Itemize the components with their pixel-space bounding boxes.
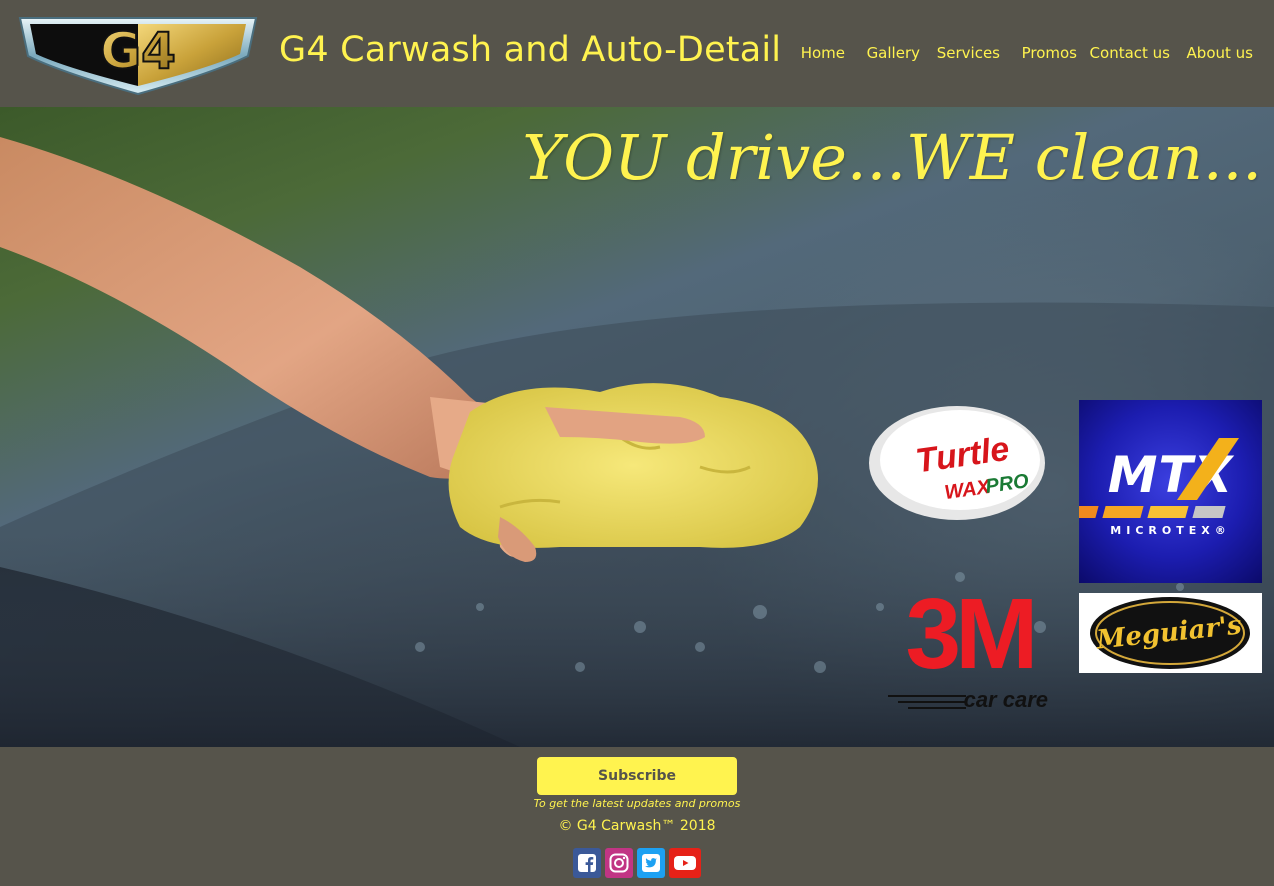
car-care-text: car care: [963, 687, 1048, 712]
nav-promos[interactable]: Promos: [1022, 44, 1077, 62]
mtx-stripes-icon: [1079, 438, 1239, 518]
meguiars-icon: Meguiar's: [1090, 597, 1250, 669]
nav-contact-us[interactable]: Contact us: [1090, 44, 1170, 62]
site-footer: Subscribe To get the latest updates and …: [0, 747, 1274, 886]
site-header: G4 G4 Carwash and Auto-Detail Home Galle…: [0, 0, 1274, 107]
facebook-icon: [578, 854, 596, 872]
instagram-icon: [609, 853, 629, 873]
facebook-link[interactable]: [573, 848, 601, 878]
hero-tagline: YOU drive...WE clean...: [522, 121, 1262, 194]
instagram-link[interactable]: [605, 848, 633, 878]
subscribe-note: To get the latest updates and promos: [533, 797, 741, 810]
mtx-subtitle: MICROTEX®: [1110, 524, 1231, 537]
copyright-text: © G4 Carwash™ 2018: [558, 818, 716, 834]
g4-logo[interactable]: G4: [16, 12, 260, 96]
hero-banner: YOU drive...WE clean... Turtle WAX PRO M…: [0, 107, 1274, 747]
nav-gallery[interactable]: Gallery: [867, 44, 920, 62]
turtle-wax-logo[interactable]: Turtle WAX PRO: [868, 404, 1046, 522]
twitter-link[interactable]: [637, 848, 665, 878]
subscribe-button[interactable]: Subscribe: [537, 757, 737, 795]
youtube-link[interactable]: [669, 848, 701, 878]
turtle-wax-icon: Turtle WAX PRO: [869, 406, 1045, 520]
svg-text:G4: G4: [100, 22, 176, 80]
youtube-icon: [674, 856, 696, 870]
3m-car-care-logo[interactable]: 3M car care: [884, 584, 1054, 717]
site-title: G4 Carwash and Auto-Detail: [279, 30, 782, 70]
twitter-icon: [642, 854, 660, 872]
nav-home[interactable]: Home: [801, 44, 845, 62]
nav-services[interactable]: Services: [937, 44, 1000, 62]
meguiars-logo[interactable]: Meguiar's: [1079, 593, 1262, 673]
nav-about-us[interactable]: About us: [1187, 44, 1253, 62]
mtx-microtex-logo[interactable]: MTX MICROTEX®: [1079, 400, 1262, 583]
